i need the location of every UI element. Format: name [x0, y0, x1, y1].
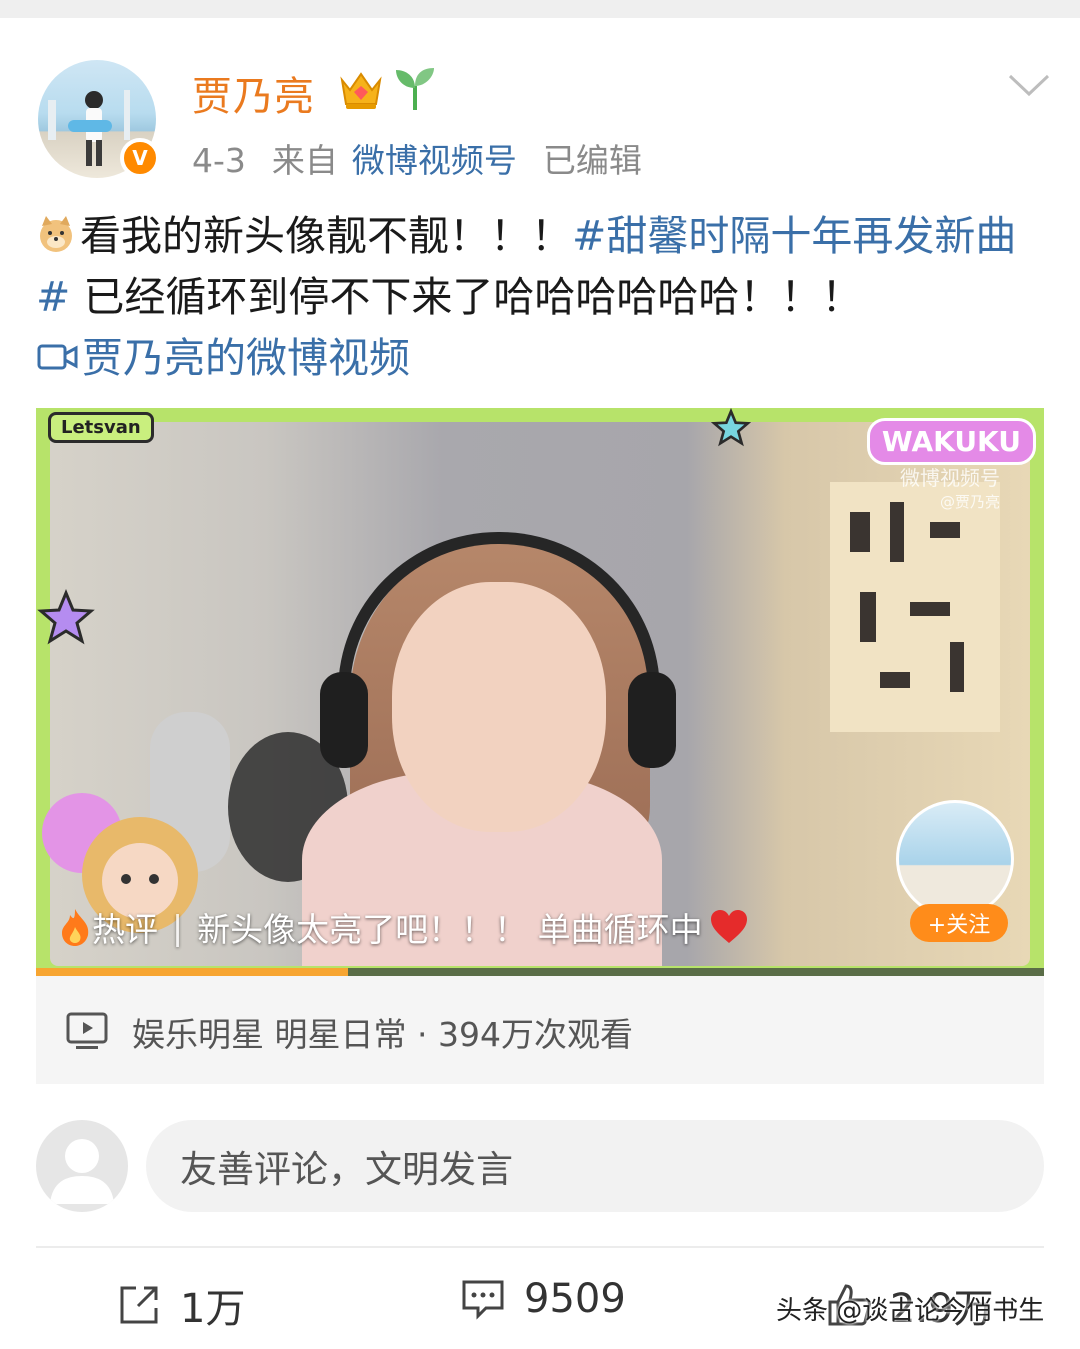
video-info-bar[interactable]: 娱乐明星 明星日常 · 394万次观看 [36, 976, 1044, 1084]
current-user-avatar [36, 1120, 128, 1212]
repost-icon [120, 1286, 158, 1324]
comment-button[interactable]: 9509 [460, 1276, 626, 1322]
fire-icon [62, 909, 89, 946]
follow-avatar[interactable] [896, 800, 1014, 918]
progress-fill [36, 968, 349, 976]
video-link[interactable]: 贾乃亮的微博视频 [36, 334, 410, 382]
video-player[interactable]: 微博视频号 @贾乃亮 Letsvan WAKUKU +关注 热评 | 新头像太亮… [36, 408, 1044, 976]
headphone-left [320, 672, 368, 768]
hot-label: 热评 [92, 910, 158, 949]
verified-badge-icon: V [120, 138, 160, 178]
hot-comment[interactable]: 热评 | 新头像太亮了吧！！！ 单曲循环中 [58, 903, 749, 951]
top-strip [0, 0, 1080, 18]
star-sticker-icon-2 [711, 408, 751, 447]
wakuku-logo: WAKUKU [866, 418, 1036, 465]
comment-icon [462, 1280, 504, 1320]
acoustic-panel [830, 482, 1000, 732]
video-info-text: 娱乐明星 明星日常 · 394万次观看 [132, 1015, 633, 1054]
hot-comment-text: 新头像太亮了吧！！！ 单曲循环中 [197, 910, 703, 949]
chevron-down-icon[interactable] [1006, 70, 1052, 100]
comment-count: 9509 [524, 1276, 626, 1322]
post-meta: 4-3 来自 微博视频号 已编辑 [192, 134, 642, 182]
author-name[interactable]: 贾乃亮 [192, 64, 315, 122]
repost-count: 1万 [180, 1286, 246, 1332]
video-watermark: 微博视频号 @贾乃亮 [900, 462, 1000, 512]
repost-button[interactable]: 1万 [116, 1276, 245, 1334]
video-link-label: 贾乃亮的微博视频 [82, 334, 410, 382]
letsvan-logo: Letsvan [48, 412, 154, 443]
hot-separator: | [172, 907, 184, 947]
video-camera-icon [37, 344, 78, 370]
star-sticker-icon [37, 589, 95, 645]
crown-icon [340, 72, 382, 109]
post-date: 4-3 [192, 141, 246, 180]
headphones [338, 532, 660, 732]
follow-button[interactable]: +关注 [910, 904, 1008, 942]
actions-divider [36, 1246, 1044, 1248]
post-text: 看我的新头像靓不靓！！！#甜馨时隔十年再发新曲# 已经循环到停不下来了哈哈哈哈哈… [36, 206, 1046, 389]
sprout-icon [396, 68, 434, 110]
watermark-text: 微博视频号 [900, 466, 1000, 490]
author-avatar[interactable]: V [38, 60, 160, 178]
doge-emoji-icon [40, 216, 72, 252]
edited-label: 已编辑 [542, 141, 642, 180]
source-prefix: 来自 [271, 141, 338, 180]
footer-watermark: 头条 @谈古论今俏书生 [776, 1296, 1045, 1326]
comment-input[interactable]: 友善评论，文明发言 [146, 1120, 1044, 1212]
post-text-part1: 看我的新头像靓不靓！！！ [80, 212, 572, 260]
video-play-icon [66, 1012, 108, 1049]
headphone-right [628, 672, 676, 768]
watermark-user: @贾乃亮 [939, 493, 1000, 511]
source-link[interactable]: 微博视频号 [352, 141, 517, 180]
heart-icon [710, 910, 747, 943]
post-text-part2: 已经循环到停不下来了哈哈哈哈哈哈！！！ [70, 273, 863, 321]
